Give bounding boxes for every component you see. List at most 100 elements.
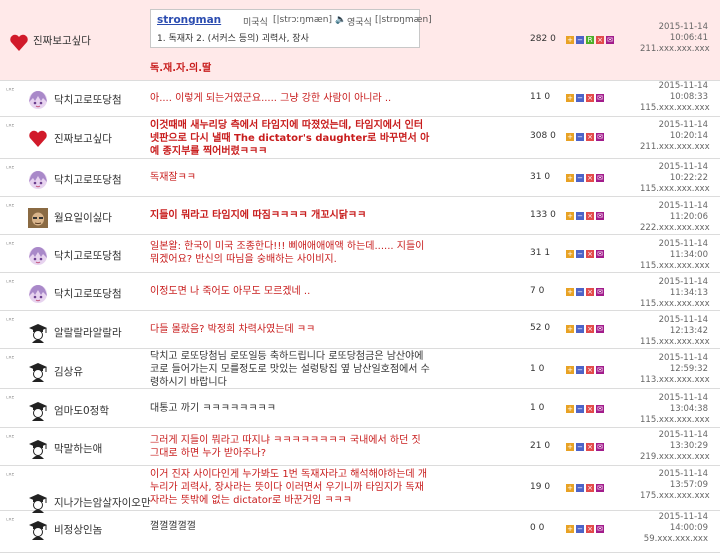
message-button[interactable]: ✉ (596, 250, 604, 258)
graduate-icon (28, 520, 48, 540)
comment-actions: + − × ✉ (566, 365, 606, 376)
vote-counts: 1 0 (530, 364, 544, 374)
message-button[interactable]: ✉ (596, 212, 604, 220)
comment-actions: + − × ✉ (566, 404, 606, 415)
vote-counts: 282 0 (530, 34, 556, 44)
user-nickname[interactable]: 진짜보고싶다 (33, 33, 91, 48)
recommend-button[interactable]: + (566, 405, 574, 413)
oppose-button[interactable]: − (576, 443, 584, 451)
graduate-icon (28, 493, 48, 513)
user-nickname[interactable]: 비정상인놈 (54, 522, 102, 537)
best-button[interactable]: R (586, 36, 594, 44)
report-button[interactable]: × (586, 366, 594, 374)
user-nickname[interactable]: 닥치고로또당첨 (54, 286, 122, 301)
message-button[interactable]: ✉ (606, 36, 614, 44)
recommend-button[interactable]: + (566, 133, 574, 141)
message-button[interactable]: ✉ (596, 366, 604, 374)
oppose-button[interactable]: − (576, 36, 584, 44)
oppose-button[interactable]: − (576, 325, 584, 333)
oppose-count: 0 (550, 131, 556, 141)
comment-actions: + − × ✉ (566, 211, 606, 222)
report-button[interactable]: × (586, 212, 594, 220)
oppose-button[interactable]: − (576, 250, 584, 258)
recommend-button[interactable]: + (566, 484, 574, 492)
oppose-button[interactable]: − (576, 288, 584, 296)
message-button[interactable]: ✉ (596, 443, 604, 451)
recommend-button[interactable]: + (566, 525, 574, 533)
comment-actions: + − × ✉ (566, 132, 606, 143)
oppose-button[interactable]: − (576, 366, 584, 374)
oppose-button[interactable]: − (576, 525, 584, 533)
dictionary-word[interactable]: strongman (157, 14, 221, 26)
message-button[interactable]: ✉ (596, 405, 604, 413)
recommend-button[interactable]: + (566, 250, 574, 258)
user-nickname[interactable]: 진짜보고싶다 (54, 131, 112, 146)
oppose-button[interactable]: − (576, 484, 584, 492)
recommend-count: 11 (530, 92, 542, 102)
recommend-button[interactable]: + (566, 288, 574, 296)
comment-text: 아.... 이렇게 되는거였군요..... 그냥 강한 사람이 아니라 .. (150, 93, 392, 104)
reply-badge: ᴸᴿᴱ (6, 317, 15, 325)
comment-ip: 115.xxx.xxx.xxx (640, 184, 710, 194)
report-button[interactable]: × (586, 325, 594, 333)
us-label: 미국식 (243, 18, 268, 28)
vote-counts: 11 0 (530, 92, 550, 102)
recommend-button[interactable]: + (566, 366, 574, 374)
message-button[interactable]: ✉ (596, 325, 604, 333)
recommend-count: 133 (530, 210, 548, 220)
user-nickname[interactable]: 지나가는암살자이오만 (54, 495, 151, 510)
user-nickname[interactable]: 김상유 (54, 364, 83, 379)
message-button[interactable]: ✉ (596, 133, 604, 141)
recommend-button[interactable]: + (566, 174, 574, 182)
comment-text: 일본왈: 한국이 미국 조종한다!!! 삐애애애애액 하는데...... 지들이… (150, 241, 425, 265)
message-button[interactable]: ✉ (596, 94, 604, 102)
reply-badge: ᴸᴿᴱ (6, 279, 15, 287)
comment-date: 2015-11-14 (658, 315, 708, 325)
report-button[interactable]: × (586, 525, 594, 533)
comment-meta: 2015-11-14 13:30:29 219.xxx.xxx.xxx (640, 430, 710, 463)
comment-text: 독.재.자.의.딸 (150, 63, 212, 74)
recommend-button[interactable]: + (566, 212, 574, 220)
message-button[interactable]: ✉ (596, 174, 604, 182)
comment-text: 이것때매 새누리당 측에서 타임지에 따졌었는데, 타임지에서 인터넷판으로 다… (150, 120, 430, 157)
report-button[interactable]: × (596, 36, 604, 44)
message-button[interactable]: ✉ (596, 525, 604, 533)
dictionary-popup: strongman 미국식 [|strɔːŋmæn] 🔈 영국식 [|strɒŋ… (150, 9, 432, 48)
graduate-icon (28, 439, 48, 459)
oppose-button[interactable]: − (576, 94, 584, 102)
report-button[interactable]: × (586, 443, 594, 451)
user-nickname[interactable]: 막말하는애 (54, 441, 102, 456)
oppose-button[interactable]: − (576, 212, 584, 220)
report-button[interactable]: × (586, 174, 594, 182)
message-button[interactable]: ✉ (596, 484, 604, 492)
report-button[interactable]: × (586, 133, 594, 141)
anime-girl-icon (28, 246, 48, 266)
comment-ip: 115.xxx.xxx.xxx (640, 415, 710, 425)
user-nickname[interactable]: 엄마도0정학 (54, 403, 109, 418)
report-button[interactable]: × (586, 405, 594, 413)
report-button[interactable]: × (586, 484, 594, 492)
oppose-button[interactable]: − (576, 405, 584, 413)
recommend-count: 1 (530, 403, 536, 413)
user-nickname[interactable]: 닥치고로또당첨 (54, 92, 122, 107)
report-button[interactable]: × (586, 250, 594, 258)
user-nickname[interactable]: 알랄랄라알랄라 (54, 325, 122, 340)
oppose-count: 0 (538, 364, 545, 374)
comment-time: 13:30:29 (669, 441, 708, 451)
user-nickname[interactable]: 월요일이싫다 (54, 210, 112, 225)
message-button[interactable]: ✉ (596, 288, 604, 296)
oppose-button[interactable]: − (576, 174, 584, 182)
comment-date: 2015-11-14 (658, 81, 708, 91)
speaker-icon[interactable]: 🔈 (335, 15, 346, 25)
recommend-button[interactable]: + (566, 325, 574, 333)
report-button[interactable]: × (586, 288, 594, 296)
user-nickname[interactable]: 닥치고로또당첨 (54, 248, 122, 263)
report-button[interactable]: × (586, 94, 594, 102)
recommend-button[interactable]: + (566, 94, 574, 102)
comment-time: 10:20:14 (669, 131, 708, 141)
recommend-button[interactable]: + (566, 443, 574, 451)
user-nickname[interactable]: 닥치고로또당첨 (54, 172, 122, 187)
oppose-button[interactable]: − (576, 133, 584, 141)
recommend-count: 308 (530, 131, 548, 141)
recommend-button[interactable]: + (566, 36, 574, 44)
